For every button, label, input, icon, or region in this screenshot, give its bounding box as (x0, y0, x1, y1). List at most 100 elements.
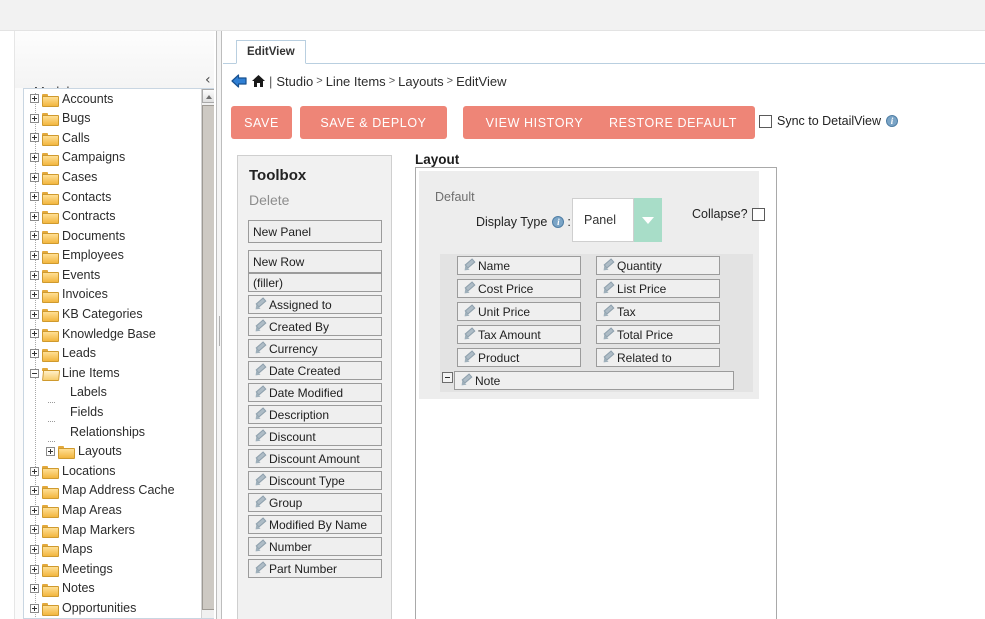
collapse-node-icon[interactable] (30, 368, 39, 378)
sidebar-item-line-items[interactable]: Line Items (24, 363, 201, 383)
breadcrumb-studio[interactable]: Studio (276, 74, 313, 89)
sidebar-item-layouts[interactable]: Layouts (24, 442, 201, 462)
save-and-deploy-button[interactable]: SAVE & DEPLOY (300, 106, 447, 139)
toolbox-item-discount[interactable]: Discount (248, 427, 382, 446)
expand-node-icon[interactable] (30, 603, 39, 613)
layout-field-right[interactable]: Tax (596, 302, 720, 321)
expand-node-icon[interactable] (30, 172, 39, 182)
toolbox-item-date-modified[interactable]: Date Modified (248, 383, 382, 402)
toolbox-item-currency[interactable]: Currency (248, 339, 382, 358)
sidebar-item-campaigns[interactable]: Campaigns (24, 148, 201, 168)
toolbox-item-date-created[interactable]: Date Created (248, 361, 382, 380)
sidebar-item-cases[interactable]: Cases (24, 167, 201, 187)
toolbox-item-group[interactable]: Group (248, 493, 382, 512)
expand-node-icon[interactable] (30, 349, 39, 359)
breadcrumb-editview[interactable]: EditView (456, 74, 506, 89)
back-arrow-icon[interactable] (231, 74, 248, 88)
collapse-checkbox[interactable] (751, 207, 765, 221)
modules-tree-scrollbar[interactable] (201, 89, 214, 618)
expand-node-icon[interactable] (30, 270, 39, 280)
toolbox-item-modified-by-name[interactable]: Modified By Name (248, 515, 382, 534)
expand-node-icon[interactable] (30, 466, 39, 476)
sidebar-item-fields[interactable]: Fields (24, 403, 201, 423)
layout-field-full[interactable]: Note (454, 371, 734, 390)
sidebar-item-relationships[interactable]: Relationships (24, 422, 201, 442)
sidebar-item-employees[interactable]: Employees (24, 246, 201, 266)
layout-field-right[interactable]: Total Price (596, 325, 720, 344)
toolbox-item-filler[interactable]: (filler) (248, 273, 382, 292)
expand-node-icon[interactable] (30, 584, 39, 594)
toolbox-item-assigned-to[interactable]: Assigned to (248, 295, 382, 314)
save-button[interactable]: SAVE (231, 106, 292, 139)
sidebar-item-documents[interactable]: Documents (24, 226, 201, 246)
scroll-up-arrow-icon[interactable] (202, 89, 214, 103)
sidebar-item-knowledge-base[interactable]: Knowledge Base (24, 324, 201, 344)
sidebar-item-labels[interactable]: Labels (24, 383, 201, 403)
layout-field-left[interactable]: Product (457, 348, 581, 367)
sidebar-item-map-address-cache[interactable]: Map Address Cache (24, 481, 201, 501)
layout-field-left[interactable]: Cost Price (457, 279, 581, 298)
sidebar-item-opportunities[interactable]: Opportunities (24, 598, 201, 618)
toolbox-item-new-panel[interactable]: New Panel (248, 220, 382, 243)
expand-node-icon[interactable] (46, 446, 55, 456)
expand-node-icon[interactable] (30, 329, 39, 339)
sidebar-item-map-markers[interactable]: Map Markers (24, 520, 201, 540)
toolbox-item-description[interactable]: Description (248, 405, 382, 424)
layout-field-left[interactable]: Unit Price (457, 302, 581, 321)
layout-field-right[interactable]: List Price (596, 279, 720, 298)
display-type-select[interactable]: Panel (572, 198, 634, 242)
sidebar-item-kb-categories[interactable]: KB Categories (24, 305, 201, 325)
sidebar-item-calls[interactable]: Calls (24, 128, 201, 148)
tab-editview[interactable]: EditView (236, 40, 306, 64)
expand-node-icon[interactable] (30, 290, 39, 300)
toolbox-item-new-row[interactable]: New Row (248, 250, 382, 273)
layout-field-left[interactable]: Name (457, 256, 581, 275)
info-icon[interactable]: i (886, 115, 898, 127)
layout-field-right[interactable]: Quantity (596, 256, 720, 275)
breadcrumb-layouts[interactable]: Layouts (398, 74, 444, 89)
collapse-panel-icon[interactable]: ‹ (205, 73, 211, 87)
scrollbar-thumb[interactable] (202, 105, 214, 610)
layout-field-left[interactable]: Tax Amount (457, 325, 581, 344)
toolbox-item-created-by[interactable]: Created By (248, 317, 382, 336)
sidebar-item-locations[interactable]: Locations (24, 461, 201, 481)
expand-node-icon[interactable] (30, 94, 39, 104)
expand-node-icon[interactable] (30, 192, 39, 202)
expand-node-icon[interactable] (30, 486, 39, 496)
panel-splitter[interactable] (216, 31, 222, 619)
expand-node-icon[interactable] (30, 113, 39, 123)
sidebar-item-contracts[interactable]: Contracts (24, 207, 201, 227)
sidebar-item-meetings[interactable]: Meetings (24, 559, 201, 579)
expand-node-icon[interactable] (30, 133, 39, 143)
expand-node-icon[interactable] (30, 505, 39, 515)
sidebar-item-leads[interactable]: Leads (24, 344, 201, 364)
toolbox-item-part-number[interactable]: Part Number (248, 559, 382, 578)
toolbox-delete-target[interactable]: Delete (249, 192, 289, 208)
expand-node-icon[interactable] (30, 544, 39, 554)
sidebar-item-contacts[interactable]: Contacts (24, 187, 201, 207)
toolbox-item-discount-amount[interactable]: Discount Amount (248, 449, 382, 468)
home-icon[interactable] (251, 74, 266, 88)
expand-node-icon[interactable] (30, 211, 39, 221)
toolbox-item-number[interactable]: Number (248, 537, 382, 556)
expand-node-icon[interactable] (30, 231, 39, 241)
sidebar-item-invoices[interactable]: Invoices (24, 285, 201, 305)
expand-node-icon[interactable] (30, 309, 39, 319)
sidebar-item-notes[interactable]: Notes (24, 579, 201, 599)
sync-to-detailview-checkbox[interactable] (759, 114, 772, 128)
toolbox-item-discount-type[interactable]: Discount Type (248, 471, 382, 490)
layout-field-right[interactable]: Related to (596, 348, 720, 367)
chevron-down-icon[interactable] (634, 198, 662, 242)
collapse-row-icon[interactable] (442, 372, 453, 383)
sidebar-item-events[interactable]: Events (24, 265, 201, 285)
expand-node-icon[interactable] (30, 251, 39, 261)
view-history-button[interactable]: VIEW HISTORY (463, 106, 606, 139)
expand-node-icon[interactable] (30, 153, 39, 163)
breadcrumb-line-items[interactable]: Line Items (326, 74, 386, 89)
restore-default-button[interactable]: RESTORE DEFAULT (591, 106, 755, 139)
expand-node-icon[interactable] (30, 564, 39, 574)
sidebar-item-accounts[interactable]: Accounts (24, 89, 201, 109)
sidebar-item-map-areas[interactable]: Map Areas (24, 500, 201, 520)
sidebar-item-maps[interactable]: Maps (24, 540, 201, 560)
sidebar-item-bugs[interactable]: Bugs (24, 109, 201, 129)
